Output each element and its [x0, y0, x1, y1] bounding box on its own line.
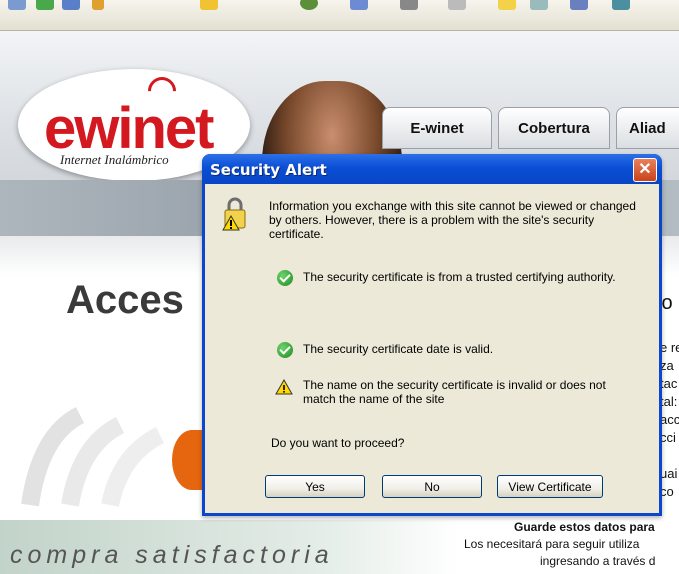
side-text-fragment: za	[660, 358, 674, 373]
back-icon[interactable]	[8, 0, 26, 10]
side-text-fragment: tac	[660, 376, 678, 391]
browser-toolbar	[0, 0, 679, 31]
tools-icon[interactable]	[612, 0, 630, 10]
tab-aliados[interactable]: Aliad	[616, 107, 679, 149]
search-icon[interactable]	[92, 0, 104, 10]
warning-icon	[275, 379, 293, 395]
proceed-question: Do you want to proceed?	[271, 436, 405, 450]
messenger-icon[interactable]	[570, 0, 588, 10]
print-icon[interactable]	[400, 0, 418, 10]
notes-icon[interactable]	[498, 0, 516, 10]
footer-text-1: Los necesitará para seguir utiliza	[464, 537, 640, 551]
refresh-icon[interactable]	[36, 0, 54, 10]
certificate-status-1: The security certificate is from a trust…	[303, 270, 616, 284]
favorites-icon[interactable]	[200, 0, 218, 10]
mail-icon[interactable]	[350, 0, 368, 10]
yes-button[interactable]: Yes	[265, 475, 365, 498]
tab-cobertura[interactable]: Cobertura	[498, 107, 610, 149]
check-icon	[277, 342, 293, 358]
security-alert-dialog: Security Alert ✕ Information you exchang…	[202, 154, 662, 516]
no-button[interactable]: No	[382, 475, 482, 498]
close-icon: ✕	[638, 161, 652, 178]
side-text-fragment: tal:	[660, 394, 678, 409]
certificate-status-3: The name on the security certificate is …	[303, 378, 606, 406]
tab-e-winet[interactable]: E-winet	[382, 107, 492, 149]
home-icon[interactable]	[62, 0, 80, 10]
dialog-body: Information you exchange with this site …	[205, 184, 659, 513]
check-icon	[277, 270, 293, 286]
close-button[interactable]: ✕	[633, 158, 657, 182]
edit-icon[interactable]	[448, 0, 466, 10]
side-text-fragment: e re	[660, 340, 679, 355]
guarde-text: Guarde estos datos para	[514, 520, 655, 534]
dialog-titlebar[interactable]: Security Alert ✕	[202, 154, 662, 184]
slogan-text: compra satisfactoria	[10, 541, 334, 569]
lock-warning-icon	[222, 197, 246, 231]
side-text-fragment: cci	[660, 430, 676, 445]
dialog-intro-text: Information you exchange with this site …	[269, 199, 636, 241]
side-text-fragment: acc	[660, 412, 679, 427]
certificate-status-2: The security certificate date is valid.	[303, 342, 494, 356]
dialog-title: Security Alert	[210, 161, 327, 179]
history-icon[interactable]	[300, 0, 318, 10]
side-text-fragment: co	[660, 484, 674, 499]
view-certificate-button[interactable]: View Certificate	[497, 475, 603, 498]
footer-text-2: ingresando a través d	[540, 554, 656, 568]
logo-subtitle: Internet Inalámbrico	[60, 152, 169, 167]
research-icon[interactable]	[530, 0, 548, 10]
side-text-fragment: uai	[660, 466, 678, 481]
page-title: Acces	[66, 278, 184, 322]
